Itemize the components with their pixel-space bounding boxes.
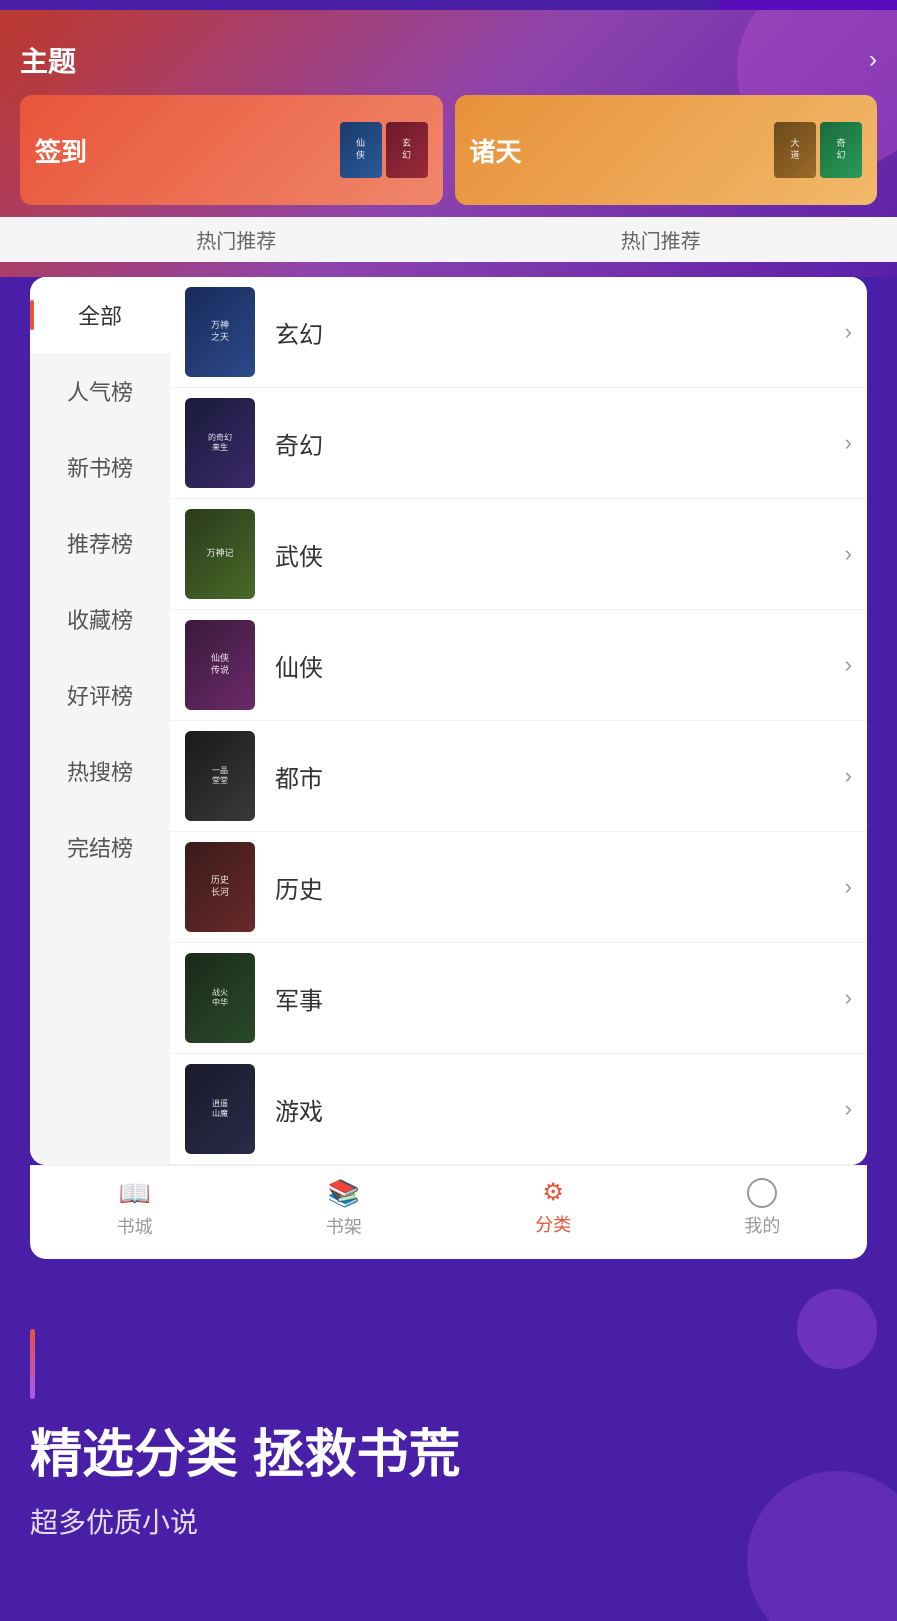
main-card: 全部 人气榜 新书榜 推荐榜 收藏榜 好评榜 [30,277,867,1165]
banner-zhutian-books: 大道 奇幻 [774,122,862,178]
arrow-youxi: › [845,1096,852,1122]
category-name-xianxia: 仙侠 [275,648,845,683]
cover-qihuan: 的奇幻来生 [185,398,255,488]
cover-junshi: 战火中华 [185,953,255,1043]
sidebar-item-renqi[interactable]: 人气榜 [30,353,170,429]
book-thumb-4: 奇幻 [820,122,862,178]
category-name-lishi: 历史 [275,870,845,905]
hot-label-2: 热门推荐 [455,225,868,254]
cover-youxi: 逍遥山魔 [185,1064,255,1154]
nav-shucheng[interactable]: 📖 书城 [30,1178,239,1239]
shucheng-icon: 📖 [118,1178,150,1209]
hot-label-1: 热门推荐 [30,225,443,254]
cover-dushi: 一品堂堂 [185,731,255,821]
cover-lishi: 历史长河 [185,842,255,932]
promo-section: 精选分类 拯救书荒 超多优质小说 [0,1269,897,1621]
nav-wode[interactable]: 我的 [658,1178,867,1239]
promo-title: 精选分类 拯救书荒 [30,1424,867,1486]
arrow-xuanhuan: › [845,319,852,345]
hot-labels-row: 热门推荐 热门推荐 [0,217,897,262]
shujia-icon: 📚 [328,1178,360,1209]
category-name-youxi: 游戏 [275,1092,845,1127]
category-youxi[interactable]: 逍遥山魔 游戏 › [170,1054,867,1165]
arrow-junshi: › [845,985,852,1011]
shujia-label: 书架 [326,1213,362,1239]
cover-xuanhuan: 万神之天 [185,287,255,377]
book-thumb-1: 仙侠 [340,122,382,178]
sidebar-item-quanbu[interactable]: 全部 [30,277,170,353]
category-wuxia[interactable]: 万神记 武侠 › [170,499,867,610]
main-area: 全部 人气榜 新书榜 推荐榜 收藏榜 好评榜 [0,277,897,1259]
section-arrow[interactable]: › [869,46,877,74]
arrow-qihuan: › [845,430,852,456]
sidebar-item-tuijian[interactable]: 推荐榜 [30,505,170,581]
category-xianxia[interactable]: 仙侠传说 仙侠 › [170,610,867,721]
book-thumb-2: 玄幻 [386,122,428,178]
bottom-nav: 📖 书城 📚 书架 ⚙ 分类 我的 [30,1165,867,1259]
sidebar-item-wanjie[interactable]: 完结榜 [30,809,170,885]
banner-qiandao[interactable]: 签到 仙侠 玄幻 [20,95,443,205]
arrow-xianxia: › [845,652,852,678]
shucheng-label: 书城 [117,1213,153,1239]
promo-subtitle: 超多优质小说 [30,1501,867,1541]
sidebar-item-shoucang[interactable]: 收藏榜 [30,581,170,657]
cover-xianxia: 仙侠传说 [185,620,255,710]
book-thumb-3: 大道 [774,122,816,178]
section-header: 主题 › [20,40,877,80]
category-name-dushi: 都市 [275,759,845,794]
category-xuanhuan[interactable]: 万神之天 玄幻 › [170,277,867,388]
category-lishi[interactable]: 历史长河 历史 › [170,832,867,943]
sidebar-item-haoping[interactable]: 好评榜 [30,657,170,733]
wode-icon [747,1178,777,1208]
banner-qiandao-books: 仙侠 玄幻 [340,122,428,178]
top-section: 主题 › 签到 仙侠 玄幻 [0,10,897,277]
category-dushi[interactable]: 一品堂堂 都市 › [170,721,867,832]
banner-row: 签到 仙侠 玄幻 诸天 大道 [20,95,877,205]
sidebar: 全部 人气榜 新书榜 推荐榜 收藏榜 好评榜 [30,277,170,1165]
cover-wuxia: 万神记 [185,509,255,599]
arrow-lishi: › [845,874,852,900]
arrow-wuxia: › [845,541,852,567]
fenlei-icon: ⚙ [542,1178,564,1207]
sidebar-item-resou[interactable]: 热搜榜 [30,733,170,809]
fenlei-label: 分类 [535,1211,571,1237]
category-list: 万神之天 玄幻 › 的奇幻来生 奇幻 › [170,277,867,1165]
promo-accent [30,1329,35,1399]
banner-zhutian-label: 诸天 [470,132,522,169]
nav-fenlei[interactable]: ⚙ 分类 [449,1178,658,1239]
wode-label: 我的 [744,1212,780,1238]
sidebar-item-xinshu[interactable]: 新书榜 [30,429,170,505]
category-qihuan[interactable]: 的奇幻来生 奇幻 › [170,388,867,499]
banner-zhutian[interactable]: 诸天 大道 奇幻 [455,95,878,205]
category-name-xuanhuan: 玄幻 [275,315,845,350]
category-name-wuxia: 武侠 [275,537,845,572]
nav-shujia[interactable]: 📚 书架 [239,1178,448,1239]
category-name-qihuan: 奇幻 [275,426,845,461]
arrow-dushi: › [845,763,852,789]
section-title: 主题 [20,40,76,80]
category-junshi[interactable]: 战火中华 军事 › [170,943,867,1054]
category-name-junshi: 军事 [275,981,845,1016]
banner-qiandao-label: 签到 [35,132,87,169]
